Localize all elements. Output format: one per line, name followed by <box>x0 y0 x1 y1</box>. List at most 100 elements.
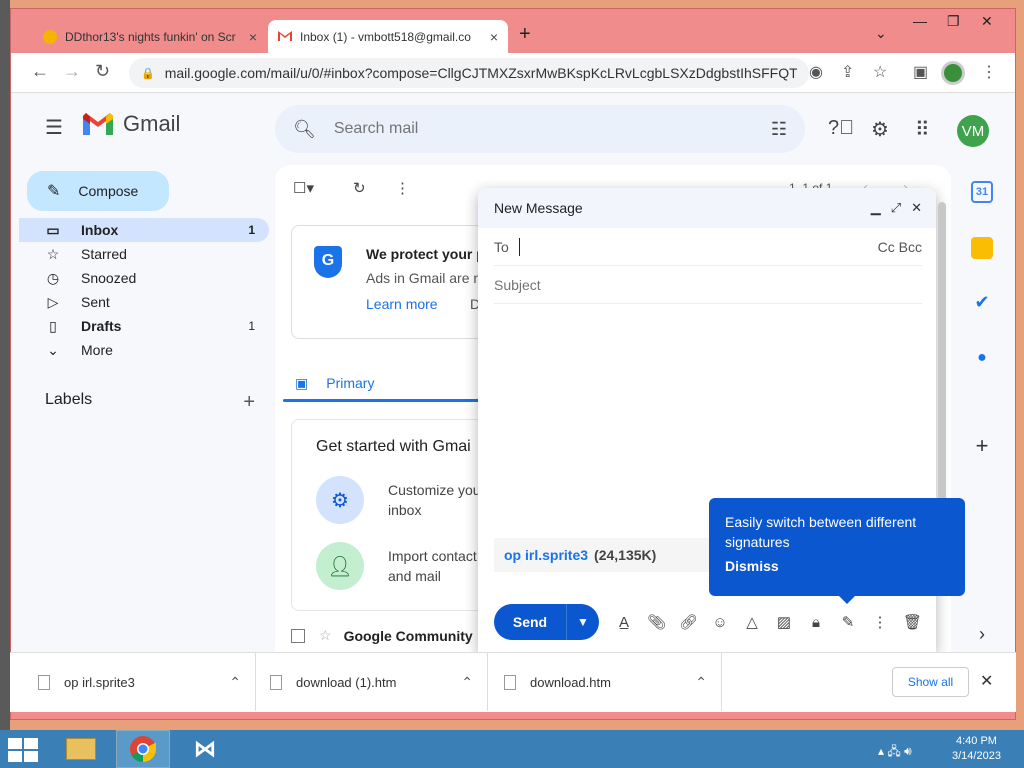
tasks-icon[interactable]: ✔ <box>971 291 993 313</box>
to-row[interactable]: To Cc Bcc <box>494 228 922 266</box>
chrome-taskbar-icon[interactable] <box>116 730 170 768</box>
windows-start-icon[interactable] <box>8 738 38 762</box>
fullscreen-compose-icon[interactable]: ⤢ <box>891 200 901 216</box>
download-item[interactable]: download.htm ⌃ <box>504 653 722 711</box>
incognito-eye-icon[interactable]: ◉ <box>809 62 823 82</box>
attach-file-icon[interactable]: 📎︎ <box>647 613 666 631</box>
tab-primary-label: Primary <box>326 375 375 391</box>
add-label-icon[interactable]: + <box>243 391 255 414</box>
compose-button[interactable]: ✎ Compose <box>27 171 169 211</box>
send-button[interactable]: Send <box>494 604 566 640</box>
show-all-button[interactable]: Show all <box>892 667 969 697</box>
sidebar-item-inbox[interactable]: ▭ Inbox 1 <box>19 218 269 242</box>
insert-link-icon[interactable]: 🔗︎ <box>679 613 698 631</box>
chevron-up-icon[interactable]: ⌃ <box>695 674 707 691</box>
add-addon-icon[interactable]: + <box>971 433 993 458</box>
sidebar-item-sent[interactable]: ▷ Sent <box>19 290 269 314</box>
chevron-up-icon[interactable]: ⌃ <box>461 674 473 691</box>
dismiss-button[interactable]: Dismiss <box>725 558 949 574</box>
select-all-checkbox-icon[interactable]: ☐▾ <box>293 179 314 197</box>
formatting-icon[interactable]: A̲ <box>615 614 633 631</box>
tooltip-arrow <box>839 596 855 604</box>
tooltip-text: Easily switch between different signatur… <box>725 514 917 550</box>
help-icon[interactable]: ?⃝ <box>828 117 854 140</box>
learn-more-link[interactable]: Learn more <box>366 296 438 312</box>
taskbar-clock[interactable]: 4:40 PM 3/14/2023 <box>952 734 1001 764</box>
discard-draft-icon[interactable]: 🗑︎ <box>903 613 922 631</box>
browser-toolbar: ← → ↻ 🔒 mail.google.com/mail/u/0/#inbox?… <box>11 53 1015 93</box>
more-options-icon[interactable]: ⋮ <box>395 179 410 197</box>
apps-grid-icon[interactable]: ⠿ <box>915 117 930 142</box>
sidebar-item-label: Inbox <box>81 222 119 238</box>
gmail-wordmark: Gmail <box>123 111 181 136</box>
signature-pen-icon[interactable]: ✎ <box>839 613 857 631</box>
tab-gmail[interactable]: Inbox (1) - vmbott518@gmail.co × <box>268 20 508 53</box>
sidebar-item-label: Starred <box>81 246 127 262</box>
chrome-menu-icon[interactable]: ⋮ <box>981 62 997 82</box>
cc-bcc-link[interactable]: Cc Bcc <box>878 239 922 255</box>
sidebar-item-starred[interactable]: ☆ Starred <box>19 242 269 266</box>
main-menu-icon[interactable]: ☰ <box>45 115 63 140</box>
emoji-icon[interactable]: ☺ <box>711 614 729 631</box>
active-tab-indicator <box>283 399 493 402</box>
add-contact-icon[interactable]: 👤︎ <box>316 542 364 590</box>
expand-panel-icon[interactable]: › <box>971 623 993 645</box>
customize-gear-icon[interactable]: ⚙ <box>316 476 364 524</box>
search-bar[interactable]: 🔍︎ ☷ <box>275 105 805 153</box>
insert-photo-icon[interactable]: ▨ <box>775 613 793 631</box>
settings-gear-icon[interactable]: ⚙ <box>871 117 889 142</box>
sidebar-item-more[interactable]: ⌄ More <box>19 338 269 362</box>
contacts-icon[interactable]: ● <box>971 347 993 369</box>
bookmark-star-icon[interactable]: ☆ <box>873 62 887 82</box>
search-icon[interactable]: 🔍︎ <box>293 119 316 140</box>
drive-icon[interactable]: △ <box>743 613 761 631</box>
gmail-logo[interactable]: Gmail <box>83 111 180 137</box>
download-item[interactable]: op irl.sprite3 ⌃ <box>38 653 256 711</box>
side-panel-icon[interactable]: ▣ <box>913 62 928 82</box>
back-icon[interactable]: ← <box>31 61 49 82</box>
minimize-compose-icon[interactable]: ▁ <box>871 200 881 216</box>
close-window-icon[interactable]: ✕ <box>981 13 993 30</box>
sidebar-item-drafts[interactable]: ▯ Drafts 1 <box>19 314 269 338</box>
minimize-icon[interactable]: — <box>913 13 927 29</box>
refresh-icon[interactable]: ↻ <box>353 179 366 197</box>
visual-studio-icon[interactable]: ⋈ <box>178 730 232 768</box>
forward-icon[interactable]: → <box>63 61 81 82</box>
share-icon[interactable]: ⇪ <box>841 62 854 82</box>
keep-icon[interactable] <box>971 237 993 259</box>
maximize-icon[interactable]: ❐ <box>947 13 960 30</box>
search-input[interactable] <box>333 120 771 138</box>
subject-field[interactable] <box>494 276 922 293</box>
subject-row[interactable] <box>494 266 922 304</box>
customize-inbox-label[interactable]: Customize you inbox <box>388 480 488 520</box>
more-compose-options-icon[interactable]: ⋮ <box>871 613 889 631</box>
sidebar-item-snoozed[interactable]: ◷ Snoozed <box>19 266 269 290</box>
send-options-icon[interactable]: ▼ <box>566 604 599 640</box>
calendar-icon[interactable]: 31 <box>971 181 993 203</box>
download-item[interactable]: download (1).htm ⌃ <box>270 653 488 711</box>
close-compose-icon[interactable]: ✕ <box>911 200 922 216</box>
tab-scratch[interactable]: DDthor13's nights funkin' on Scr × <box>33 20 267 53</box>
system-tray-icons[interactable]: ▴ 🖧︎ 🔊︎ <box>878 742 912 763</box>
compose-scrollbar[interactable] <box>938 202 946 502</box>
close-downloads-icon[interactable]: ✕ <box>980 671 993 691</box>
import-contacts-label[interactable]: Import contact and mail <box>388 546 488 586</box>
file-icon <box>38 674 50 690</box>
chevron-up-icon[interactable]: ⌃ <box>229 674 241 691</box>
confidential-lock-icon[interactable]: 🔒︎ <box>807 614 825 631</box>
account-avatar[interactable]: VM <box>957 115 989 147</box>
tab-close-icon[interactable]: × <box>249 29 257 45</box>
file-icon <box>270 674 282 690</box>
address-bar[interactable]: 🔒 mail.google.com/mail/u/0/#inbox?compos… <box>129 58 809 88</box>
profile-icon[interactable] <box>941 61 965 85</box>
reload-icon[interactable]: ↻ <box>95 61 110 82</box>
tab-close-icon[interactable]: × <box>490 29 498 45</box>
row-checkbox[interactable] <box>291 628 305 643</box>
file-explorer-icon[interactable] <box>54 730 108 768</box>
row-star-icon[interactable]: ☆ <box>319 627 332 644</box>
new-tab-button[interactable]: + <box>519 23 531 46</box>
send-icon: ▷ <box>47 293 59 310</box>
tab-search-icon[interactable]: ⌄ <box>875 25 887 42</box>
compose-header[interactable]: New Message ▁ ⤢ ✕ <box>478 188 936 228</box>
search-options-icon[interactable]: ☷ <box>771 119 787 140</box>
